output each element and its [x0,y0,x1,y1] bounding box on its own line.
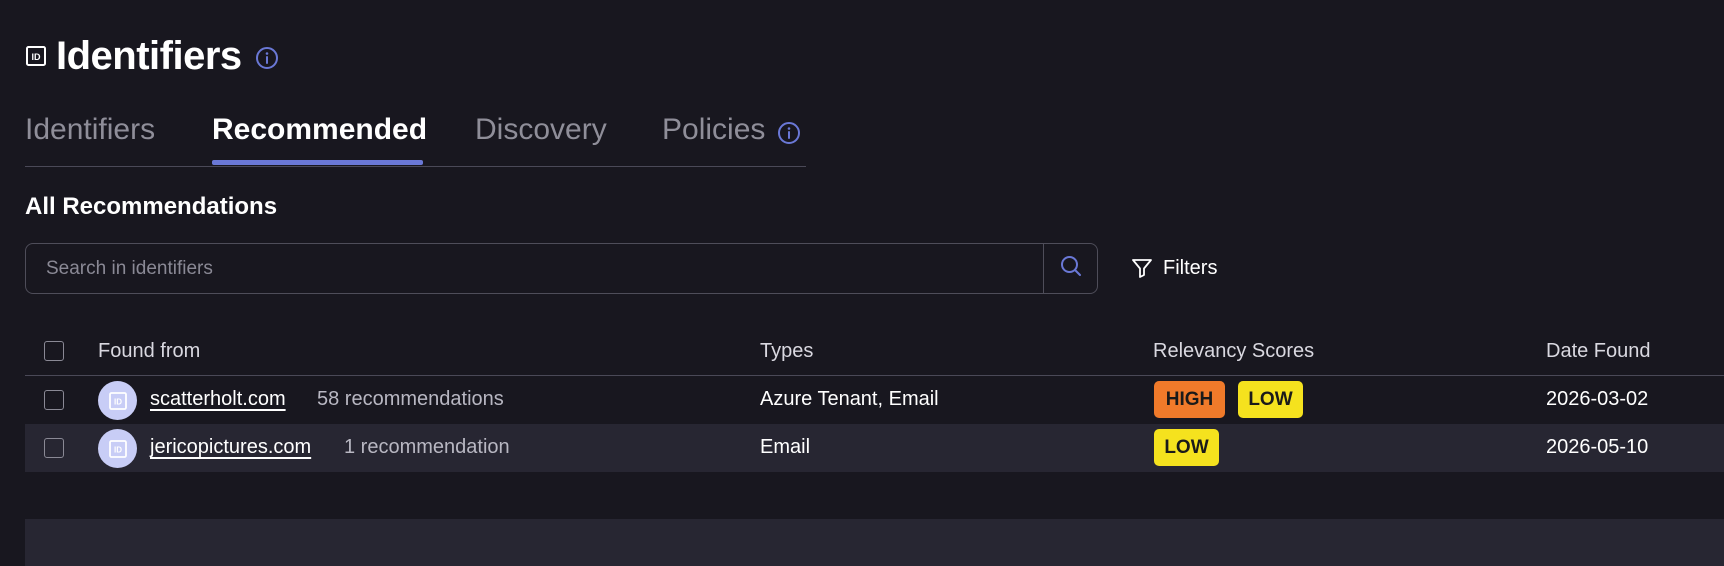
svg-text:ID: ID [114,445,122,454]
filter-icon [1132,259,1152,278]
id-card-icon: ID [108,391,127,410]
search-box [25,243,1098,294]
column-found-from[interactable]: Found from [98,339,200,363]
table-footer [25,519,1724,566]
info-icon[interactable] [777,118,801,144]
tab-identifiers[interactable]: Identifiers [25,112,155,148]
row-checkbox[interactable] [44,438,64,458]
page-header: ID Identifiers [25,34,279,78]
info-icon[interactable] [255,46,279,70]
score-badge-low: LOW [1238,381,1303,418]
table-header: Found from Types Relevancy Scores Date F… [25,328,1724,376]
types-cell: Email [760,436,811,458]
filters-button[interactable]: Filters [1130,256,1217,280]
row-checkbox[interactable] [44,390,64,410]
date-cell: 2026-05-10 [1546,436,1649,458]
section-title: All Recommendations [25,193,278,220]
active-tab-indicator [212,160,423,165]
score-badge-low: LOW [1154,429,1219,466]
tab-label: Identifiers [25,113,156,146]
id-card-icon: ID [108,439,127,458]
table-row[interactable]: ID scatterholt.com 58 recommendations Az… [25,376,1724,424]
svg-text:ID: ID [32,52,42,62]
tab-label: Policies [662,113,766,146]
search-input[interactable] [26,244,1043,293]
column-date-found[interactable]: Date Found [1546,339,1651,363]
search-icon [1059,254,1083,283]
filters-label: Filters [1163,256,1218,279]
column-relevancy-scores[interactable]: Relevancy Scores [1153,339,1314,363]
select-all-checkbox[interactable] [44,341,64,361]
avatar: ID [98,381,137,420]
domain-link[interactable]: jericopictures.com [150,435,311,459]
column-types[interactable]: Types [760,339,813,363]
score-badge-high: HIGH [1154,381,1225,418]
tab-bar: Identifiers Recommended Discovery Polici… [25,104,806,167]
recommendations-table: Found from Types Relevancy Scores Date F… [25,328,1724,472]
tab-recommended[interactable]: Recommended [212,112,427,148]
page-title: Identifiers [56,34,242,78]
recommendation-count: 58 recommendations [317,388,504,410]
svg-text:ID: ID [114,397,122,406]
avatar: ID [98,429,137,468]
recommendation-count: 1 recommendation [344,436,510,458]
identifiers-page: ID Identifiers Identifiers Recommended D… [0,0,1724,566]
tab-label: Discovery [475,113,607,146]
id-card-icon: ID [25,45,47,67]
date-cell: 2026-03-02 [1546,388,1649,410]
tab-policies[interactable]: Policies [662,112,801,148]
tab-discovery[interactable]: Discovery [475,112,607,148]
domain-link[interactable]: scatterholt.com [150,387,286,411]
search-button[interactable] [1043,244,1097,293]
types-cell: Azure Tenant, Email [760,388,939,410]
table-row[interactable]: ID jericopictures.com 1 recommendation E… [25,424,1724,472]
tab-label: Recommended [212,113,428,146]
